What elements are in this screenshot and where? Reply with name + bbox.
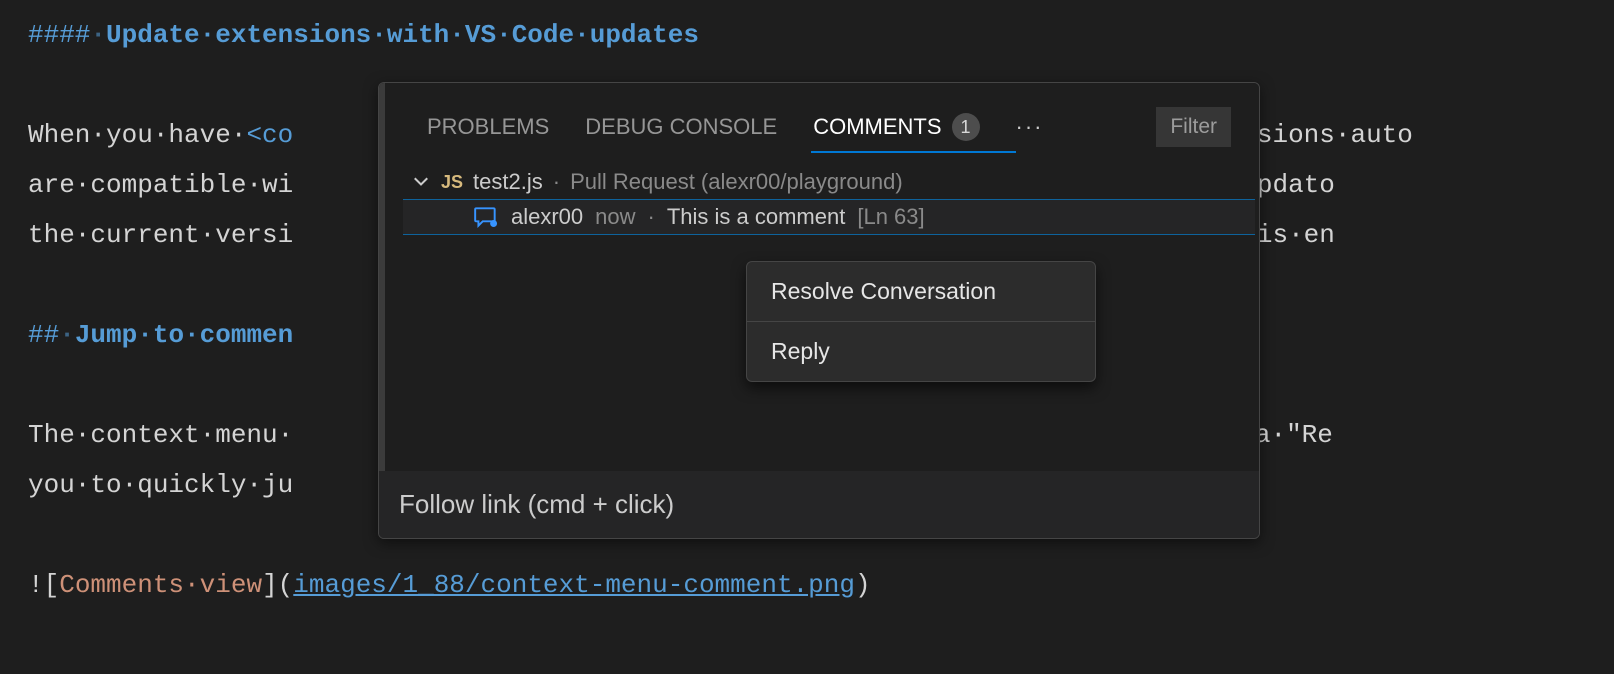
image-alt-text: Comments·view	[59, 570, 262, 600]
html-tag-open: <co	[246, 120, 293, 150]
hover-image-preview: PROBLEMS DEBUG CONSOLE COMMENTS 1 ··· Fi…	[379, 83, 1259, 471]
file-description: Pull Request (alexr00/playground)	[570, 169, 903, 195]
line-heading-4: ####·Update·extensions·with·VS·Code·upda…	[28, 10, 1614, 60]
panel-screenshot: PROBLEMS DEBUG CONSOLE COMMENTS 1 ··· Fi…	[399, 93, 1259, 471]
comments-tree: JS test2.js · Pull Request (alexr00/play…	[399, 157, 1259, 235]
md-h2-marker: ##	[28, 320, 59, 350]
menu-item-resolve[interactable]: Resolve Conversation	[747, 262, 1095, 321]
comment-icon	[473, 206, 499, 228]
hover-follow-link-hint: Follow link (cmd + click)	[379, 471, 1259, 538]
tab-comments[interactable]: COMMENTS 1	[813, 113, 979, 141]
md-h4-marker: ####	[28, 20, 90, 50]
comments-count-badge: 1	[952, 113, 980, 141]
comment-author: alexr00	[511, 204, 583, 230]
tree-comment-row-selected[interactable]: alexr00 now · This is a comment [Ln 63]	[403, 199, 1255, 235]
comment-text: This is a comment	[667, 204, 846, 230]
tab-problems[interactable]: PROBLEMS	[427, 114, 549, 140]
comment-time: now	[595, 204, 635, 230]
image-markdown-line: ![Comments·view](images/1_88/context-men…	[28, 560, 1614, 610]
panel-tab-bar: PROBLEMS DEBUG CONSOLE COMMENTS 1 ··· Fi…	[399, 93, 1259, 157]
js-file-icon: JS	[441, 172, 463, 193]
tab-debug-console[interactable]: DEBUG CONSOLE	[585, 114, 777, 140]
panel-overflow-icon[interactable]: ···	[1016, 114, 1044, 140]
file-name: test2.js	[473, 169, 543, 195]
chevron-down-icon[interactable]	[411, 172, 431, 192]
image-link[interactable]: images/1_88/context-menu-comment.png	[293, 570, 855, 600]
md-h2-text: Jump·to·commen	[75, 320, 293, 350]
hover-preview-popup: PROBLEMS DEBUG CONSOLE COMMENTS 1 ··· Fi…	[378, 82, 1260, 539]
menu-item-reply[interactable]: Reply	[747, 322, 1095, 381]
md-h4-text: Update·extensions·with·VS·Code·updates	[106, 20, 699, 50]
comment-line-ref: [Ln 63]	[857, 204, 924, 230]
tree-file-row[interactable]: JS test2.js · Pull Request (alexr00/play…	[403, 165, 1255, 199]
filter-input[interactable]: Filter	[1156, 107, 1231, 147]
context-menu: Resolve Conversation Reply	[746, 261, 1096, 382]
